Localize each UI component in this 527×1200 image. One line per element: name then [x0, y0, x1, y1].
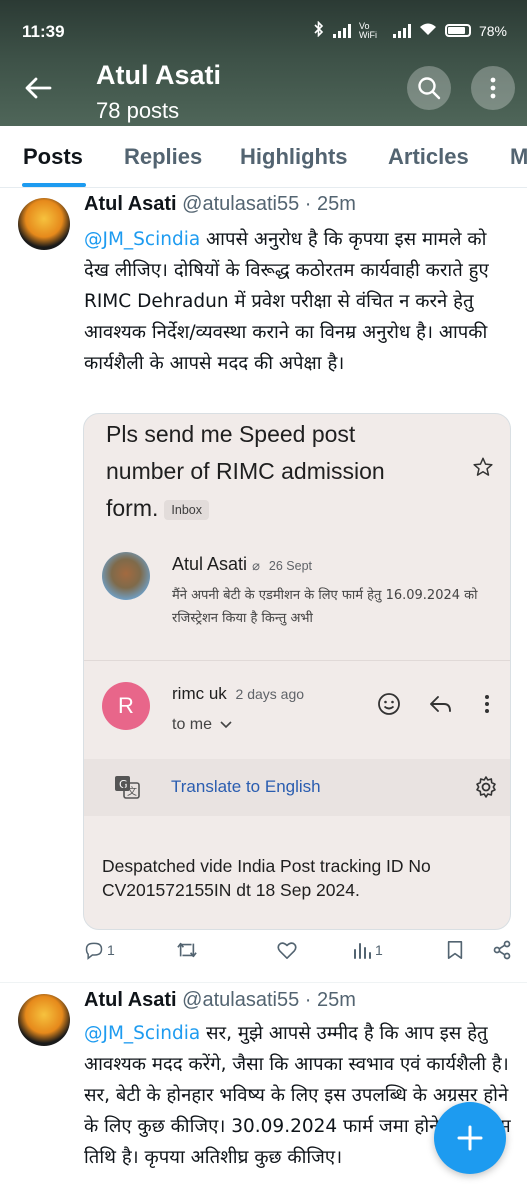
retweet-button[interactable] — [176, 940, 198, 960]
bookmark-icon — [447, 941, 463, 959]
author-name[interactable]: Atul Asati — [84, 989, 177, 1011]
first-sender-name: Atul Asati — [172, 554, 248, 574]
translate-link: Translate to English — [171, 777, 321, 796]
comment-icon — [85, 942, 103, 960]
first-sender-date: 26 Sept — [268, 559, 312, 573]
svg-text:文: 文 — [127, 785, 137, 798]
sender-avatar — [102, 552, 150, 600]
translate-bar: G文 Translate to English — [84, 759, 510, 816]
vowifi-label: Vo WiFi — [358, 20, 377, 40]
status-time: 11:39 — [22, 22, 65, 41]
translate-icon: G文 — [114, 775, 140, 803]
back-button[interactable] — [18, 70, 58, 106]
tweet-separator — [0, 982, 527, 983]
search-icon — [418, 77, 441, 100]
author-handle[interactable]: @atulasati55 — [182, 193, 299, 215]
profile-header: 11:39 Vo WiFi 78% Atul Asati 78 posts — [0, 0, 527, 126]
arrow-left-icon — [25, 77, 52, 99]
tweet-time: · 25m — [304, 193, 356, 215]
email-subject-text: Pls send me Speed post number of RIMC ad… — [106, 421, 385, 521]
tab-posts[interactable]: Posts — [23, 144, 83, 170]
compose-button[interactable] — [434, 1102, 506, 1174]
inbox-label: Inbox — [164, 499, 209, 520]
like-button[interactable] — [276, 940, 298, 960]
signal-icon — [332, 23, 351, 38]
chevron-down-icon — [220, 721, 233, 729]
status-bar: 11:39 Vo WiFi 78% — [0, 0, 527, 41]
signal-icon-2 — [392, 23, 411, 38]
status-icons: Vo WiFi 78% — [313, 20, 507, 40]
plus-icon — [457, 1125, 483, 1151]
mail-more-icon — [472, 689, 502, 719]
mention-link[interactable]: @JM_Scindia — [84, 229, 200, 250]
tab-articles[interactable]: Articles — [388, 144, 469, 170]
tweet-media-card[interactable]: Pls send me Speed post number of RIMC ad… — [83, 413, 511, 930]
more-vertical-icon — [490, 77, 496, 99]
wifi-icon — [419, 22, 437, 39]
share-button[interactable] — [492, 940, 512, 960]
author-handle[interactable]: @atulasati55 — [182, 989, 299, 1011]
tab-highlights[interactable]: Highlights — [240, 144, 348, 170]
star-icon — [472, 456, 494, 482]
reply-sender-name: rimc uk — [172, 684, 227, 703]
tweet-actions: 1 1 — [84, 940, 514, 970]
reply-recipient: to me — [172, 716, 233, 734]
tweet-text: @JM_Scindia आपसे अनुरोध है कि कृपया इस म… — [84, 224, 514, 379]
paperclip-icon: ⌀ — [252, 558, 260, 573]
tab-replies[interactable]: Replies — [124, 144, 202, 170]
heart-icon — [277, 942, 297, 959]
tweet-time: · 25m — [304, 989, 356, 1011]
bookmark-button[interactable] — [446, 940, 464, 960]
reply-date: 2 days ago — [235, 686, 305, 702]
reply-sender: rimc uk 2 days ago — [172, 684, 304, 704]
retweet-icon — [177, 942, 197, 958]
settings-gear-icon — [474, 775, 498, 803]
reply-to-text: to me — [172, 716, 213, 733]
tweet-body: आपसे अनुरोध है कि कृपया इस मामले को देख … — [84, 229, 489, 374]
tweet-header: Atul Asati @atulasati55 · 25m — [84, 989, 356, 1012]
first-sender: Atul Asati ⌀ 26 Sept — [172, 554, 312, 575]
post-count: 78 posts — [96, 98, 180, 123]
first-snippet: मैंने अपनी बेटी के एडमीशन के लिए फार्म ह… — [172, 588, 478, 626]
search-button[interactable] — [407, 66, 451, 110]
emoji-icon — [374, 689, 404, 719]
author-name[interactable]: Atul Asati — [84, 193, 177, 215]
profile-name: Atul Asati — [96, 60, 222, 90]
mention-link[interactable]: @JM_Scindia — [84, 1023, 200, 1044]
reply-button[interactable]: 1 — [84, 940, 115, 960]
share-icon — [493, 940, 511, 960]
battery-icon — [444, 24, 471, 37]
active-tab-indicator — [22, 183, 86, 187]
email-subject: Pls send me Speed post number of RIMC ad… — [106, 416, 436, 527]
email-body: Despatched vide India Post tracking ID N… — [102, 856, 431, 900]
battery-percent: 78% — [478, 22, 507, 39]
reply-arrow-icon — [426, 689, 456, 719]
avatar[interactable] — [18, 994, 70, 1046]
avatar[interactable] — [18, 198, 70, 250]
views-button[interactable]: 1 — [352, 940, 383, 960]
tweet-header: Atul Asati @atulasati55 · 25m — [84, 193, 356, 216]
divider — [84, 660, 510, 661]
views-count: 1 — [375, 942, 383, 958]
reply-avatar: R — [102, 682, 150, 730]
more-options-button[interactable] — [471, 66, 515, 110]
tab-more[interactable]: M — [510, 144, 527, 170]
bluetooth-icon — [313, 20, 325, 40]
reply-count: 1 — [107, 942, 115, 958]
analytics-icon — [354, 943, 371, 959]
profile-tabs: Posts Replies Highlights Articles M — [0, 126, 527, 188]
